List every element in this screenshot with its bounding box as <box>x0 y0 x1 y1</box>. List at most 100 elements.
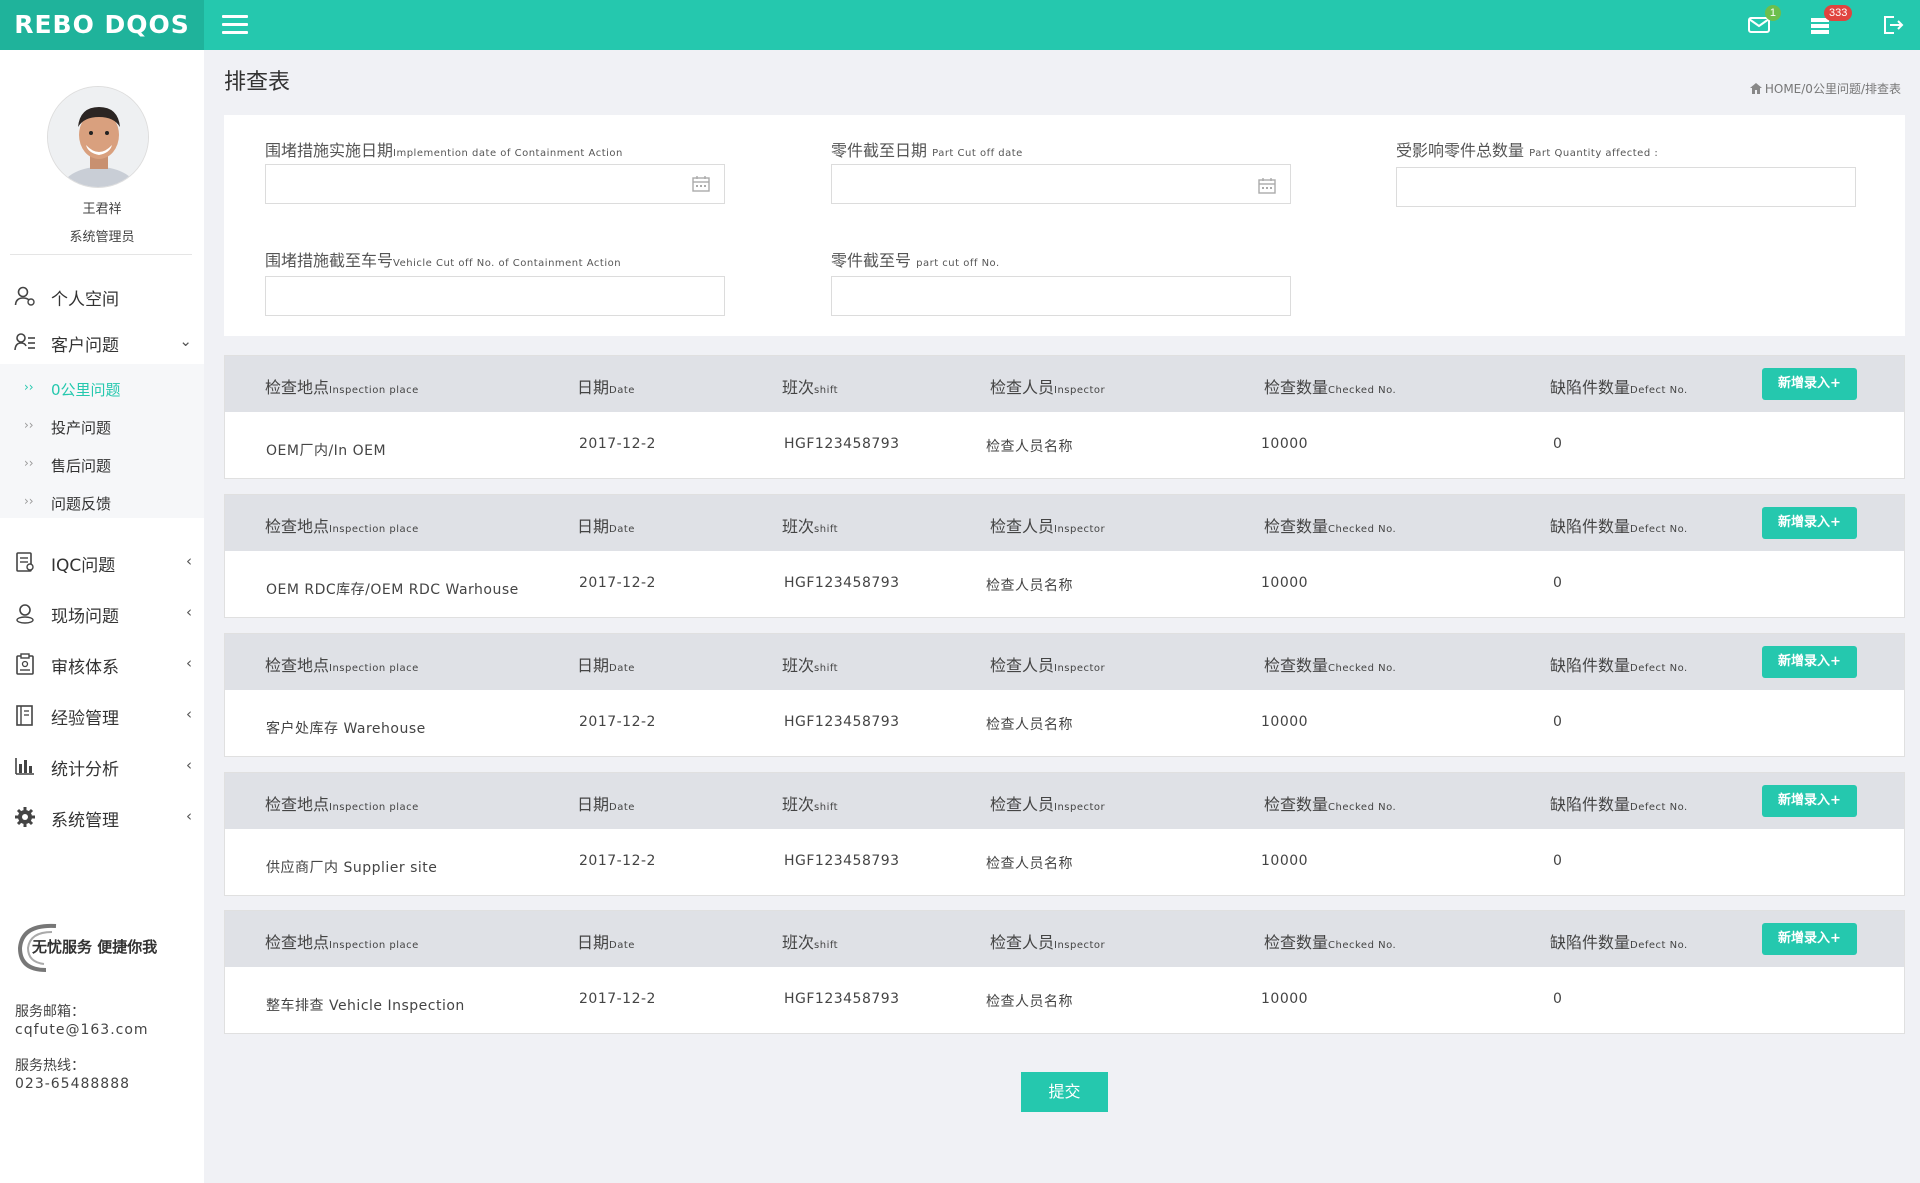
add-entry-button[interactable]: 新增录入+ <box>1762 646 1857 678</box>
header-cell-place: 检查地点Inspection place <box>265 378 419 397</box>
service-slogan: 无忧服务 便捷你我 <box>32 938 158 956</box>
vehicle-cutoff-label: 围堵措施截至车号Vehicle Cut off No. of Containme… <box>265 251 622 270</box>
app-logo[interactable]: REBO DQOS <box>0 0 204 50</box>
header-cell-place: 检查地点Inspection place <box>265 656 419 675</box>
bullet-icon: ›› <box>24 494 34 508</box>
mail-button[interactable]: 1 <box>1747 5 1781 37</box>
row-cell-inspector: 检查人员名称 <box>986 439 1073 455</box>
sidebar-item-label: 系统管理 <box>51 811 119 831</box>
sidebar-item-label: 个人空间 <box>51 290 119 310</box>
section-header: 检查地点Inspection place 日期Date 班次shift 检查人员Ins… <box>225 773 1904 829</box>
breadcrumb-text[interactable]: HOME/0公里问题/排查表 <box>1765 82 1901 96</box>
sidebar-item-onsite[interactable]: 现场问题 ‹ <box>0 589 204 635</box>
sub-item-production-issues[interactable]: ›› 投产问题 <box>0 410 204 444</box>
part-cutoff-date-label: 零件截至日期 Part Cut off date <box>831 141 1023 160</box>
add-entry-button[interactable]: 新增录入+ <box>1762 923 1857 955</box>
add-entry-button[interactable]: 新增录入+ <box>1762 368 1857 400</box>
impl-date-input[interactable] <box>265 164 725 204</box>
row-cell-checked: 10000 <box>1261 714 1309 730</box>
add-entry-button[interactable]: 新增录入+ <box>1762 507 1857 539</box>
calendar-icon[interactable] <box>1258 178 1276 194</box>
header-cell-shift: 班次shift <box>782 378 839 397</box>
header-cell-shift: 班次shift <box>782 517 839 536</box>
user-name: 王君祥 <box>82 202 122 217</box>
header-cell-place: 检查地点Inspection place <box>265 517 419 536</box>
header-cell-inspector: 检查人员Inspector <box>990 656 1106 675</box>
inspection-section: 检查地点Inspection place 日期Date 班次shift 检查人员Ins… <box>224 633 1905 757</box>
header-cell-defect: 缺陷件数量Defect No. <box>1550 378 1688 397</box>
row-cell-place: 整车排查 Vehicle Inspection <box>266 998 465 1014</box>
sub-item-feedback[interactable]: ›› 问题反馈 <box>0 486 204 520</box>
user-role: 系统管理员 <box>69 230 135 245</box>
section-header: 检查地点Inspection place 日期Date 班次shift 检查人员Ins… <box>225 495 1904 551</box>
header-cell-date: 日期Date <box>577 795 635 814</box>
sub-item-label: 投产问题 <box>51 419 112 437</box>
bar-chart-icon <box>14 755 36 777</box>
sub-item-aftersales-issues[interactable]: ›› 售后问题 <box>0 448 204 482</box>
chevron-left-icon: ‹ <box>186 654 192 672</box>
menu-toggle-button[interactable] <box>222 15 248 35</box>
row-cell-checked: 10000 <box>1261 991 1309 1007</box>
location-icon <box>14 602 36 624</box>
part-cutoff-no-label: 零件截至号 part cut off No. <box>831 251 1000 270</box>
page-title: 排查表 <box>224 70 291 95</box>
header-cell-inspector: 检查人员Inspector <box>990 378 1106 397</box>
add-entry-button[interactable]: 新增录入+ <box>1762 785 1857 817</box>
bullet-icon: ›› <box>24 456 34 470</box>
row-cell-inspector: 检查人员名称 <box>986 578 1073 594</box>
sidebar-item-personal-space[interactable]: 个人空间 <box>0 272 204 318</box>
sidebar-item-audit[interactable]: 审核体系 ‹ <box>0 640 204 686</box>
calendar-icon[interactable] <box>692 176 710 192</box>
row-cell-place: OEM厂内/In OEM <box>266 443 387 459</box>
sidebar-item-label: 统计分析 <box>51 760 119 780</box>
vehicle-cutoff-input[interactable] <box>265 276 725 316</box>
service-phone: 023-65488888 <box>15 1076 131 1092</box>
section-header: 检查地点Inspection place 日期Date 班次shift 检查人员Ins… <box>225 634 1904 690</box>
header-cell-defect: 缺陷件数量Defect No. <box>1550 795 1688 814</box>
sidebar-item-customer-issues[interactable]: 客户问题 ⌄ <box>0 318 204 364</box>
sub-item-0km-issues[interactable]: ›› 0公里问题 <box>0 372 204 406</box>
impl-date-label: 围堵措施实施日期Implemention date of Containment… <box>265 141 623 160</box>
sub-item-label: 问题反馈 <box>51 495 112 513</box>
row-cell-shift: HGF123458793 <box>784 853 900 869</box>
tasks-button[interactable]: 333 <box>1808 5 1853 37</box>
header-cell-checked: 检查数量Checked No. <box>1264 378 1397 397</box>
row-cell-checked: 10000 <box>1261 436 1309 452</box>
row-cell-inspector: 检查人员名称 <box>986 717 1073 733</box>
bullet-icon: ›› <box>24 418 34 432</box>
chevron-down-icon: ⌄ <box>179 332 192 350</box>
row-cell-defect: 0 <box>1553 575 1563 591</box>
service-email[interactable]: cqfute@163.com <box>15 1021 149 1039</box>
chevron-left-icon: ‹ <box>186 756 192 774</box>
part-cutoff-date-input[interactable] <box>831 164 1291 204</box>
row-cell-date: 2017-12-2 <box>579 436 656 452</box>
row-cell-defect: 0 <box>1553 436 1563 452</box>
inspection-section: 检查地点Inspection place 日期Date 班次shift 检查人员Ins… <box>224 494 1905 618</box>
submit-button[interactable]: 提交 <box>1021 1072 1108 1112</box>
section-header: 检查地点Inspection place 日期Date 班次shift 检查人员Ins… <box>225 356 1904 412</box>
sidebar-item-iqc[interactable]: IQC问题 ‹ <box>0 538 204 584</box>
header-cell-shift: 班次shift <box>782 656 839 675</box>
tasks-badge: 333 <box>1824 5 1853 21</box>
sidebar-item-experience[interactable]: 经验管理 ‹ <box>0 691 204 737</box>
avatar[interactable] <box>47 86 149 188</box>
sidebar-divider <box>10 254 192 255</box>
header-cell-inspector: 检查人员Inspector <box>990 933 1106 952</box>
book-icon <box>14 704 36 726</box>
row-cell-shift: HGF123458793 <box>784 714 900 730</box>
inspection-section: 检查地点Inspection place 日期Date 班次shift 检查人员Ins… <box>224 355 1905 479</box>
chevron-left-icon: ‹ <box>186 705 192 723</box>
header-cell-date: 日期Date <box>577 378 635 397</box>
header-cell-defect: 缺陷件数量Defect No. <box>1550 517 1688 536</box>
part-cutoff-no-input[interactable] <box>831 276 1291 316</box>
sidebar-item-label: 客户问题 <box>51 336 119 356</box>
qty-affected-input[interactable] <box>1396 167 1856 207</box>
logout-button[interactable] <box>1880 13 1906 37</box>
row-cell-inspector: 检查人员名称 <box>986 856 1073 872</box>
sidebar-item-statistics[interactable]: 统计分析 ‹ <box>0 742 204 788</box>
row-cell-defect: 0 <box>1553 991 1563 1007</box>
sidebar-item-label: 经验管理 <box>51 709 119 729</box>
chevron-left-icon: ‹ <box>186 807 192 825</box>
sidebar-item-system[interactable]: 系统管理 ‹ <box>0 793 204 839</box>
header-cell-place: 检查地点Inspection place <box>265 795 419 814</box>
